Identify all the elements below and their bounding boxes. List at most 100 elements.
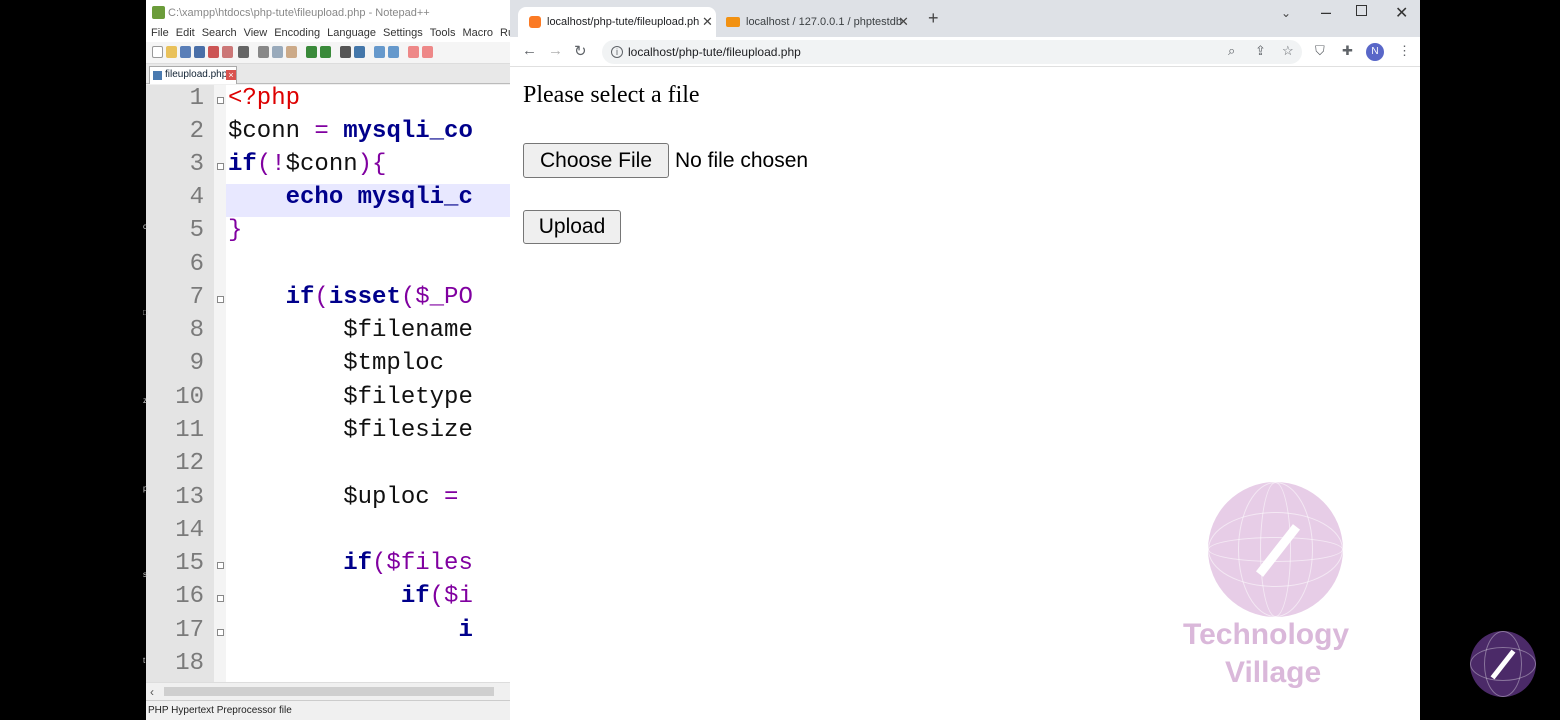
tab-title: localhost / 127.0.0.1 / phptestdb bbox=[746, 16, 902, 28]
watermark-text: Village bbox=[1225, 656, 1322, 689]
menu-macro[interactable]: Macro bbox=[462, 25, 493, 42]
menu-language[interactable]: Language bbox=[327, 25, 376, 42]
watermark-globe-icon bbox=[1208, 482, 1343, 617]
maximize-icon[interactable] bbox=[1356, 5, 1367, 16]
line-number: 13 bbox=[175, 484, 204, 511]
scrollbar-thumb[interactable] bbox=[164, 687, 494, 696]
save-all-icon[interactable] bbox=[194, 46, 205, 58]
paste-icon[interactable] bbox=[286, 46, 297, 58]
profile-avatar[interactable]: N bbox=[1366, 43, 1384, 61]
notepad-menu-bar: File Edit Search View Encoding Language Settin… bbox=[146, 25, 510, 42]
close-file-icon[interactable] bbox=[208, 46, 219, 58]
fold-marker-icon[interactable] bbox=[217, 629, 224, 636]
upload-button[interactable]: Upload bbox=[523, 210, 621, 244]
menu-view[interactable]: View bbox=[244, 25, 268, 42]
code-line: $uploc = bbox=[228, 484, 459, 511]
replace-icon[interactable] bbox=[354, 46, 365, 58]
address-url: localhost/php-tute/fileupload.php bbox=[628, 45, 801, 59]
sync-horizontal-icon[interactable] bbox=[422, 46, 433, 58]
shield-icon[interactable]: ⛉ bbox=[1315, 43, 1325, 59]
page-content: Please select a file Choose File No file… bbox=[510, 67, 1420, 720]
code-line: if(!$conn){ bbox=[228, 151, 387, 178]
forward-arrow-icon[interactable]: → bbox=[548, 42, 563, 59]
menu-tools[interactable]: Tools bbox=[430, 25, 456, 42]
reload-icon[interactable]: ↻ bbox=[574, 42, 587, 60]
horizontal-scrollbar[interactable]: ‹ bbox=[146, 682, 510, 699]
file-status-text: No file chosen bbox=[675, 149, 809, 172]
scroll-left-icon[interactable]: ‹ bbox=[150, 685, 154, 699]
browser-tab-strip: localhost/php-tute/fileupload.ph ✕ local… bbox=[510, 0, 1420, 37]
code-line: if(isset($_PO bbox=[285, 284, 473, 311]
choose-file-button[interactable]: Choose File bbox=[523, 143, 669, 178]
zoom-out-icon[interactable] bbox=[388, 46, 399, 58]
more-menu-icon[interactable]: ⋮ bbox=[1398, 43, 1411, 59]
fold-marker-icon[interactable] bbox=[217, 163, 224, 170]
code-line: <?php bbox=[228, 85, 301, 112]
tab-fileupload[interactable]: fileupload.php × bbox=[149, 66, 237, 84]
address-bar[interactable]: i localhost/php-tute/fileupload.php bbox=[602, 40, 1302, 64]
menu-settings[interactable]: Settings bbox=[383, 25, 423, 42]
redo-icon[interactable] bbox=[320, 46, 331, 58]
edge-mark: □ bbox=[143, 308, 148, 317]
zoom-in-icon[interactable] bbox=[374, 46, 385, 58]
find-icon[interactable] bbox=[340, 46, 351, 58]
save-icon[interactable] bbox=[180, 46, 191, 58]
minimize-icon[interactable]: – bbox=[1321, 2, 1331, 23]
sync-vertical-icon[interactable] bbox=[408, 46, 419, 58]
zoom-icon[interactable]: ⌕ bbox=[1228, 43, 1235, 59]
line-number: 8 bbox=[189, 317, 204, 344]
watermark-text: Technology bbox=[1183, 618, 1350, 651]
file-icon bbox=[153, 71, 162, 80]
close-tab-icon[interactable]: × bbox=[226, 70, 236, 80]
code-editor[interactable]: 1 2 3 4 5 6 7 8 9 10 11 12 13 14 15 16 1… bbox=[146, 85, 510, 682]
share-icon[interactable]: ⇪ bbox=[1255, 43, 1266, 59]
menu-file[interactable]: File bbox=[151, 25, 169, 42]
window-close-icon[interactable]: ✕ bbox=[1395, 3, 1408, 23]
browser-tab-fileupload[interactable]: localhost/php-tute/fileupload.ph ✕ bbox=[518, 7, 716, 37]
fold-marker-icon[interactable] bbox=[217, 97, 224, 104]
code-line: $filetype bbox=[228, 384, 473, 411]
info-icon[interactable]: i bbox=[611, 46, 623, 58]
browser-tab-phpmyadmin[interactable]: localhost / 127.0.0.1 / phptestdb ✕ bbox=[724, 7, 914, 37]
code-line: echo mysqli_c bbox=[285, 184, 473, 211]
line-number: 16 bbox=[175, 583, 204, 610]
menu-edit[interactable]: Edit bbox=[176, 25, 195, 42]
fold-marker-icon[interactable] bbox=[217, 595, 224, 602]
line-number: 4 bbox=[189, 184, 204, 211]
page-heading: Please select a file bbox=[523, 82, 700, 108]
close-all-icon[interactable] bbox=[222, 46, 233, 58]
undo-icon[interactable] bbox=[306, 46, 317, 58]
line-number: 7 bbox=[189, 284, 204, 311]
puzzle-icon[interactable]: ✚ bbox=[1342, 43, 1353, 59]
line-number: 12 bbox=[175, 450, 204, 477]
fold-marker-icon[interactable] bbox=[217, 562, 224, 569]
close-icon[interactable]: ✕ bbox=[898, 14, 909, 30]
line-number: 9 bbox=[189, 350, 204, 377]
fold-margin bbox=[214, 85, 226, 682]
close-icon[interactable]: ✕ bbox=[702, 14, 713, 30]
menu-search[interactable]: Search bbox=[202, 25, 237, 42]
cut-icon[interactable] bbox=[258, 46, 269, 58]
line-number: 5 bbox=[189, 217, 204, 244]
line-number: 6 bbox=[189, 251, 204, 278]
line-number: 17 bbox=[175, 617, 204, 644]
xampp-favicon-icon bbox=[529, 16, 541, 28]
new-tab-icon[interactable]: + bbox=[928, 8, 939, 29]
tab-search-chevron-icon[interactable]: ⌄ bbox=[1281, 6, 1291, 20]
back-arrow-icon[interactable]: ← bbox=[522, 42, 537, 59]
open-file-icon[interactable] bbox=[166, 46, 177, 58]
line-number: 3 bbox=[189, 151, 204, 178]
line-number: 1 bbox=[189, 85, 204, 112]
edge-mark: z bbox=[143, 396, 147, 405]
print-icon[interactable] bbox=[238, 46, 249, 58]
code-line: $tmploc bbox=[228, 350, 445, 377]
new-file-icon[interactable] bbox=[152, 46, 163, 58]
menu-run[interactable]: Run bbox=[500, 25, 510, 42]
browser-window: localhost/php-tute/fileupload.ph ✕ local… bbox=[510, 0, 1420, 720]
menu-encoding[interactable]: Encoding bbox=[274, 25, 320, 42]
line-number: 2 bbox=[189, 118, 204, 145]
tab-label: fileupload.php bbox=[165, 69, 228, 80]
copy-icon[interactable] bbox=[272, 46, 283, 58]
star-icon[interactable]: ☆ bbox=[1282, 43, 1294, 59]
fold-marker-icon[interactable] bbox=[217, 296, 224, 303]
